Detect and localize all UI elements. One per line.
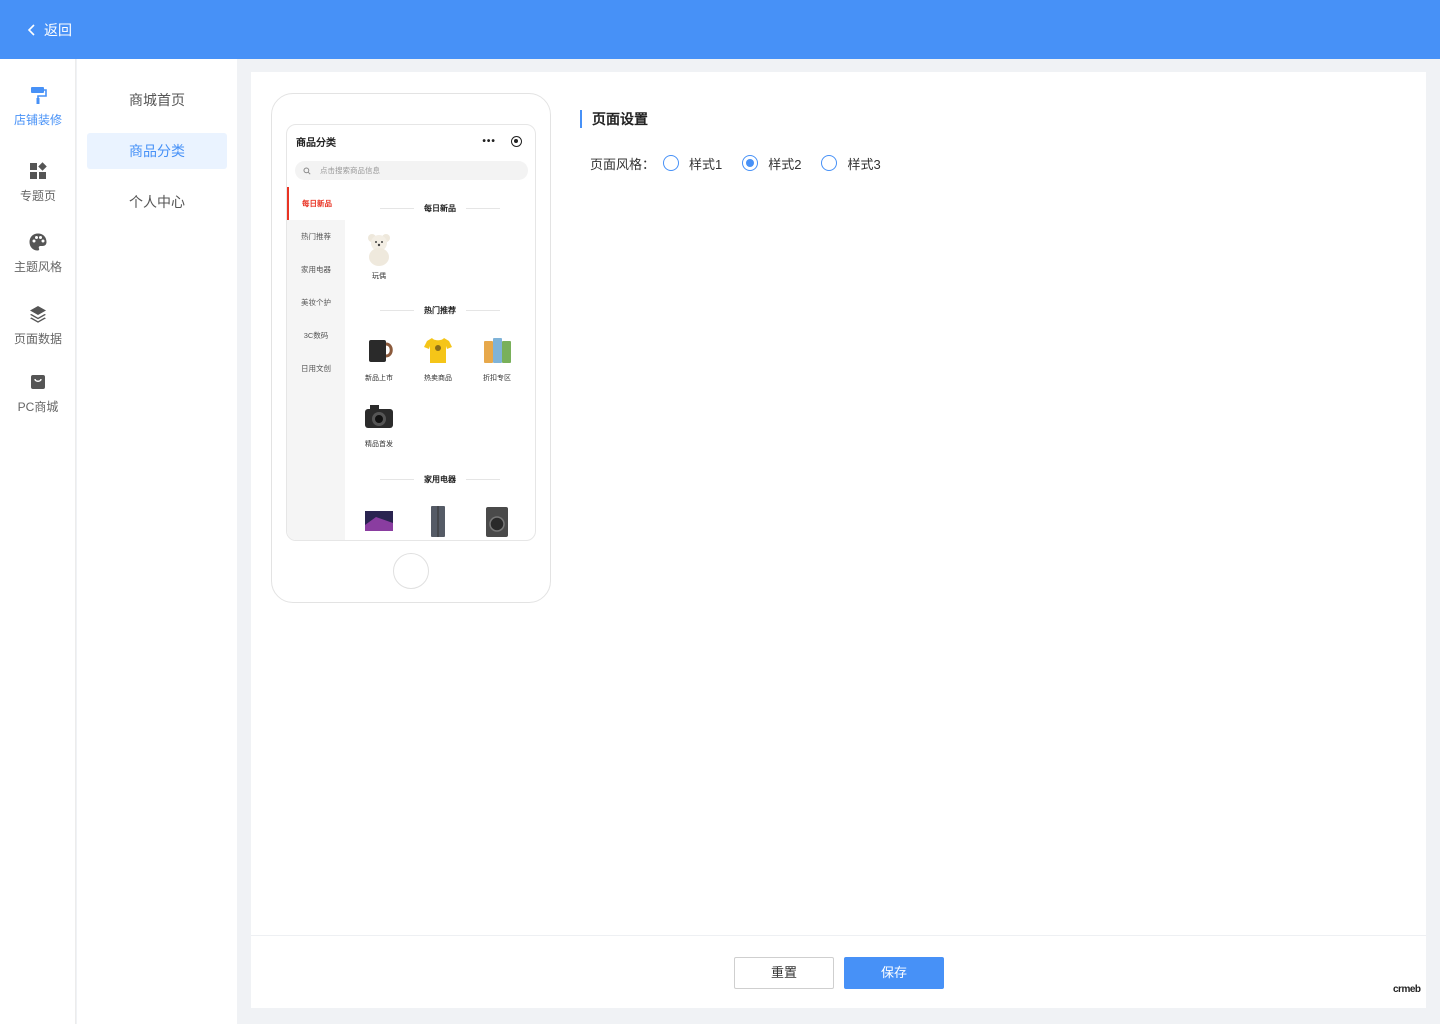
radio-button[interactable]: [821, 155, 838, 171]
main-panel: 商品分类 ••• 点击搜索商品信息 每日新品 热门推荐 家用电器 美妆个护 3C…: [251, 72, 1426, 1008]
sub-item-mall-home[interactable]: 商城首页: [87, 82, 227, 118]
phone-search-placeholder: 点击搜索商品信息: [320, 166, 380, 175]
mug-icon: [369, 340, 393, 362]
sub-item-personal-center[interactable]: 个人中心: [87, 184, 227, 220]
radio-button[interactable]: [663, 155, 680, 171]
page-settings-title: 页面设置: [580, 110, 648, 128]
phone-title: 商品分类: [296, 138, 336, 149]
phone-search-bar: 点击搜索商品信息: [295, 161, 528, 180]
fridge-icon: [431, 506, 445, 537]
radio-button-checked[interactable]: [742, 155, 759, 171]
phone-category-item: 热门推荐: [301, 232, 331, 241]
phone-product-name: 新品上市: [365, 375, 393, 382]
phone-section-title: 每日新品: [345, 203, 535, 214]
phone-product-item: [416, 503, 460, 540]
palette-icon: [29, 233, 47, 251]
phone-product-item: [475, 503, 519, 540]
left-nav: 店铺装修 专题页 主题风格 页面数据 PC商城: [0, 59, 76, 1024]
phone-product-item: 玩偶: [357, 231, 401, 281]
phone-product-name: 精品首发: [365, 441, 393, 448]
style-option-label: 样式3: [847, 156, 881, 172]
nav-item-topic-page[interactable]: 专题页: [0, 161, 76, 204]
phone-category-item: 每日新品: [287, 187, 345, 220]
search-icon: [303, 166, 311, 175]
layers-icon: [30, 306, 46, 323]
nav-item-page-data[interactable]: 页面数据: [0, 304, 76, 347]
mini-program-capsule: •••: [475, 132, 529, 150]
phone-product-item: 精品首发: [357, 399, 401, 449]
phone-screen: 商品分类 ••• 点击搜索商品信息 每日新品 热门推荐 家用电器 美妆个护 3C…: [286, 124, 536, 541]
nav-item-theme-style[interactable]: 主题风格: [0, 232, 76, 275]
nav-label: 页面数据: [13, 332, 62, 346]
page-style-selector: 页面风格： 样式1 样式2 样式3: [590, 153, 901, 173]
close-target-icon: [510, 135, 522, 147]
nav-item-pc-mall[interactable]: PC商城: [0, 372, 76, 415]
style-option-3[interactable]: 样式3: [821, 154, 881, 173]
sub-item-product-category[interactable]: 商品分类: [87, 133, 227, 169]
nav-item-store-decoration[interactable]: 店铺装修: [0, 85, 76, 128]
tv-icon: [365, 511, 393, 531]
shop-bag-icon: [31, 375, 45, 389]
phone-preview: 商品分类 ••• 点击搜索商品信息 每日新品 热门推荐 家用电器 美妆个护 3C…: [271, 93, 551, 603]
nav-label: 专题页: [19, 189, 56, 203]
phone-product-content: 每日新品 玩偶 热门推荐 新品上市 热卖商品 折扣专区 精品首发 家用电器: [345, 187, 535, 540]
style-option-label: 样式2: [768, 156, 802, 172]
phone-category-item: 3C数码: [303, 331, 329, 340]
sub-nav: 商城首页 商品分类 个人中心: [77, 59, 237, 1024]
phone-product-item: [357, 503, 401, 540]
phone-product-name: 折扣专区: [483, 375, 511, 382]
chevron-left-icon: [27, 24, 35, 36]
back-button[interactable]: 返回: [26, 19, 72, 41]
phone-category-item: 家用电器: [301, 265, 331, 274]
phone-product-item: 折扣专区: [475, 333, 519, 383]
page-style-label: 页面风格：: [590, 156, 656, 172]
widgets-icon: [30, 162, 47, 179]
phone-category-sidebar: 每日新品 热门推荐 家用电器 美妆个护 3C数码 日用文创: [287, 187, 345, 540]
style-option-2[interactable]: 样式2: [742, 154, 801, 173]
phone-product-name: 热卖商品: [424, 375, 452, 382]
phone-category-item: 美妆个护: [301, 298, 331, 307]
style-option-label: 样式1: [689, 156, 723, 172]
phone-product-name: 玩偶: [372, 273, 386, 280]
top-bar: 返回: [0, 0, 1440, 59]
paint-roller-icon: [31, 87, 47, 104]
nav-label: 店铺装修: [13, 113, 62, 127]
reset-button[interactable]: 重置: [734, 957, 834, 989]
save-button[interactable]: 保存: [844, 957, 944, 989]
brand-watermark-logo: crmeb: [1393, 984, 1421, 995]
washing-machine-icon: [486, 507, 508, 537]
style-option-1[interactable]: 样式1: [663, 154, 722, 173]
back-label: 返回: [44, 22, 72, 38]
phone-product-item: 新品上市: [357, 333, 401, 383]
phone-section-title: 家用电器: [345, 474, 535, 485]
nav-label: PC商城: [17, 400, 59, 414]
teddy-bear-icon: [368, 234, 390, 266]
phone-section-title: 热门推荐: [345, 305, 535, 316]
more-dots-icon: •••: [482, 135, 496, 147]
snack-packs-icon: [484, 338, 511, 363]
tshirt-icon: [424, 338, 452, 363]
nav-label: 主题风格: [13, 260, 62, 274]
phone-category-item: 日用文创: [301, 364, 331, 373]
phone-product-item: 热卖商品: [416, 333, 460, 383]
footer-divider: [251, 935, 1426, 936]
phone-home-button: [393, 553, 429, 589]
camera-icon: [365, 405, 393, 428]
